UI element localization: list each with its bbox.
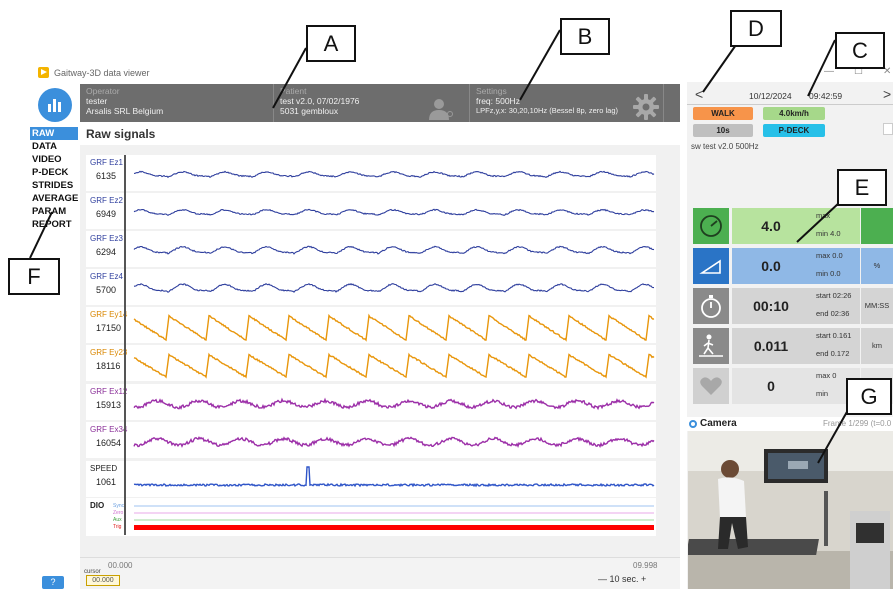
callout-b: B — [560, 18, 610, 55]
callout-c: C — [835, 32, 885, 69]
callout-line-g — [817, 409, 849, 464]
callout-d: D — [730, 10, 782, 47]
callout-line-b — [519, 29, 561, 101]
callout-lines — [29, 29, 849, 464]
callout-line-e — [796, 201, 841, 243]
callout-f: F — [8, 258, 60, 295]
callout-line-d — [702, 41, 739, 93]
callout-a: A — [306, 25, 356, 62]
callout-line-c — [807, 39, 836, 97]
callout-g: G — [846, 378, 892, 415]
callout-line-f — [29, 211, 53, 259]
callout-e: E — [837, 169, 887, 206]
callout-line-a — [272, 47, 307, 109]
